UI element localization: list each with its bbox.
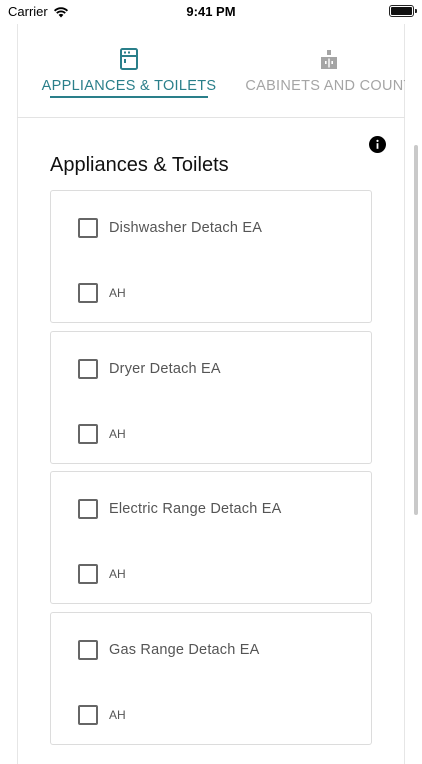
item-list: Dishwasher Detach EA AH Dryer Detach EA … — [50, 190, 372, 752]
sub-checkbox[interactable] — [78, 704, 98, 725]
tab-bar: APPLIANCES & TOILETS CABINETS AND COUNT — [17, 24, 405, 118]
sub-label: AH — [109, 286, 126, 300]
sub-label: AH — [109, 707, 126, 722]
item-label: Dryer Detach EA — [109, 360, 221, 377]
scrollbar[interactable] — [414, 145, 418, 515]
list-item: Electric Range Detach EA AH — [50, 471, 372, 604]
item-main-option[interactable]: Gas Range Detach EA — [78, 639, 260, 660]
tab-cabinets-and-countertops[interactable]: CABINETS AND COUNT — [239, 24, 405, 117]
sub-checkbox[interactable] — [78, 283, 98, 303]
cabinet-faucet-icon — [321, 50, 337, 69]
sub-label: AH — [109, 567, 126, 581]
item-sub-option[interactable]: AH — [78, 564, 126, 584]
section-title: Appliances & Toilets — [50, 154, 229, 176]
info-icon[interactable] — [369, 136, 386, 153]
list-item: Gas Range Detach EA AH — [50, 611, 372, 745]
list-item: Dryer Detach EA AH — [50, 330, 372, 464]
tab-appliances-toilets[interactable]: APPLIANCES & TOILETS — [42, 24, 216, 117]
item-label: Dishwasher Detach EA — [109, 220, 263, 236]
item-label: Electric Range Detach EA — [109, 501, 282, 517]
tab-label: CABINETS AND COUNT — [245, 78, 405, 94]
item-sub-option[interactable]: AH — [78, 283, 126, 303]
sub-label: AH — [109, 426, 126, 441]
item-sub-option[interactable]: AH — [78, 704, 126, 725]
item-sub-option[interactable]: AH — [78, 423, 126, 444]
tab-label: APPLIANCES & TOILETS — [41, 78, 217, 94]
item-checkbox[interactable] — [78, 358, 98, 379]
clock: 9:41 PM — [186, 4, 236, 19]
item-checkbox[interactable] — [78, 639, 98, 660]
sub-checkbox[interactable] — [78, 564, 98, 584]
status-bar: Carrier 9:41 PM — [0, 0, 422, 24]
appliance-icon — [120, 48, 138, 70]
item-main-option[interactable]: Electric Range Detach EA — [78, 499, 281, 519]
item-main-option[interactable]: Dryer Detach EA — [78, 358, 221, 379]
list-item: Dishwasher Detach EA AH — [50, 190, 372, 323]
item-checkbox[interactable] — [78, 499, 98, 519]
active-tab-indicator — [50, 96, 208, 98]
item-label: Gas Range Detach EA — [109, 641, 260, 658]
sub-checkbox[interactable] — [78, 423, 98, 444]
battery-icon — [389, 5, 417, 17]
item-checkbox[interactable] — [78, 218, 98, 238]
item-main-option[interactable]: Dishwasher Detach EA — [78, 218, 262, 238]
